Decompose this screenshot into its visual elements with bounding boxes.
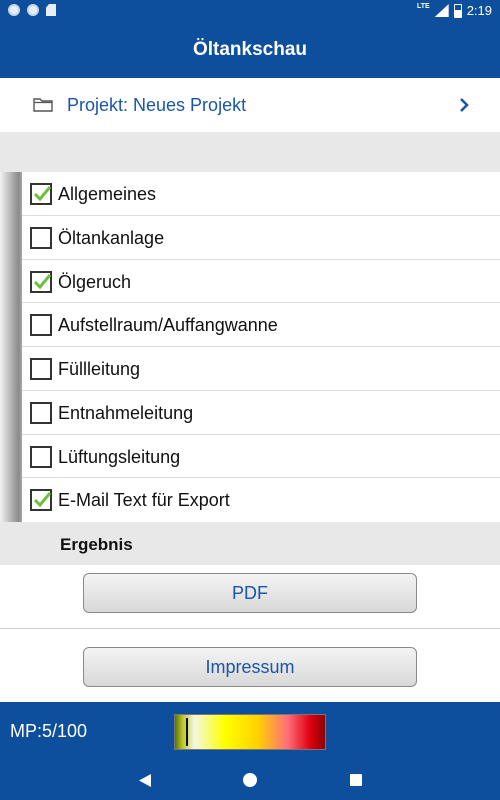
- network-type: LTE: [416, 3, 430, 10]
- impressum-button[interactable]: Impressum: [83, 647, 417, 687]
- gauge-marker: [186, 718, 188, 746]
- home-icon[interactable]: [243, 773, 257, 787]
- checklist-item[interactable]: Aufstellraum/Auffangwanne: [22, 303, 500, 347]
- notification-dot-icon: [8, 4, 20, 16]
- pdf-area: PDF: [0, 565, 500, 629]
- checkbox[interactable]: [30, 489, 52, 512]
- checkbox[interactable]: [30, 401, 52, 424]
- checkbox[interactable]: [30, 270, 52, 293]
- back-icon[interactable]: [138, 773, 152, 788]
- checkmark-icon: [33, 273, 51, 289]
- status-bar: LTE 2:19: [0, 0, 500, 22]
- mp-gauge: [174, 714, 326, 750]
- mp-label: MP:5/100: [10, 721, 88, 741]
- checklist-item-label: Ölgeruch: [58, 271, 132, 292]
- checklist-item[interactable]: Ölgeruch: [22, 260, 500, 304]
- system-status: LTE 2:19: [417, 3, 492, 18]
- signal-icon: [434, 4, 449, 17]
- checklist-item[interactable]: Öltankanlage: [22, 216, 500, 260]
- checkmark-icon: [33, 492, 51, 508]
- checklist-item-label: Füllleitung: [58, 359, 141, 379]
- navigation-bar: [0, 760, 500, 800]
- checklist-item[interactable]: Füllleitung: [22, 347, 500, 391]
- checklist-item-label: Aufstellraum/Auffangwanne: [58, 315, 278, 336]
- section-spacer: [0, 132, 500, 172]
- checklist-item-label: Entnahmeleitung: [58, 402, 194, 423]
- checkbox[interactable]: [30, 314, 52, 337]
- side-shadow: [0, 172, 22, 522]
- checkbox[interactable]: [30, 183, 52, 205]
- project-label: Projekt: Neues Projekt: [67, 95, 247, 115]
- checkmark-icon: [33, 186, 51, 202]
- sd-card-icon: [46, 4, 56, 16]
- checklist-item[interactable]: Lüftungsleitung: [22, 435, 500, 479]
- folder-icon: [33, 98, 53, 112]
- mp-bar: MP:5/100: [0, 702, 500, 760]
- app-title: Öltankschau: [192, 39, 308, 60]
- recents-icon[interactable]: [350, 774, 362, 786]
- notification-dot-icon: [27, 4, 39, 16]
- checkbox[interactable]: [30, 445, 52, 468]
- checklist-item-label: E-Mail Text für Export: [58, 490, 230, 511]
- result-label: Ergebnis: [60, 535, 133, 554]
- pdf-button[interactable]: PDF: [83, 573, 417, 613]
- checkbox[interactable]: [30, 226, 52, 249]
- notification-icons: [8, 4, 56, 16]
- app-bar: Öltankschau: [0, 22, 500, 78]
- checklist-item-label: Allgemeines: [58, 184, 157, 204]
- checklist-item-label: Lüftungsleitung: [58, 446, 181, 467]
- checkbox[interactable]: [30, 358, 52, 380]
- checklist-item[interactable]: E-Mail Text für Export: [22, 478, 500, 522]
- clock: 2:19: [466, 3, 492, 18]
- impressum-area: Impressum: [0, 630, 500, 702]
- project-selector[interactable]: Projekt: Neues Projekt: [0, 80, 500, 132]
- chevron-right-icon: [460, 98, 469, 112]
- checklist: Allgemeines Öltankanlage Ölgeruch Aufstellr…: [0, 172, 500, 522]
- checklist-item[interactable]: Entnahmeleitung: [22, 391, 500, 435]
- result-header: Ergebnis: [0, 522, 500, 565]
- checklist-item-label: Öltankanlage: [58, 227, 165, 248]
- battery-icon: [453, 3, 462, 18]
- checklist-item[interactable]: Allgemeines: [22, 172, 500, 216]
